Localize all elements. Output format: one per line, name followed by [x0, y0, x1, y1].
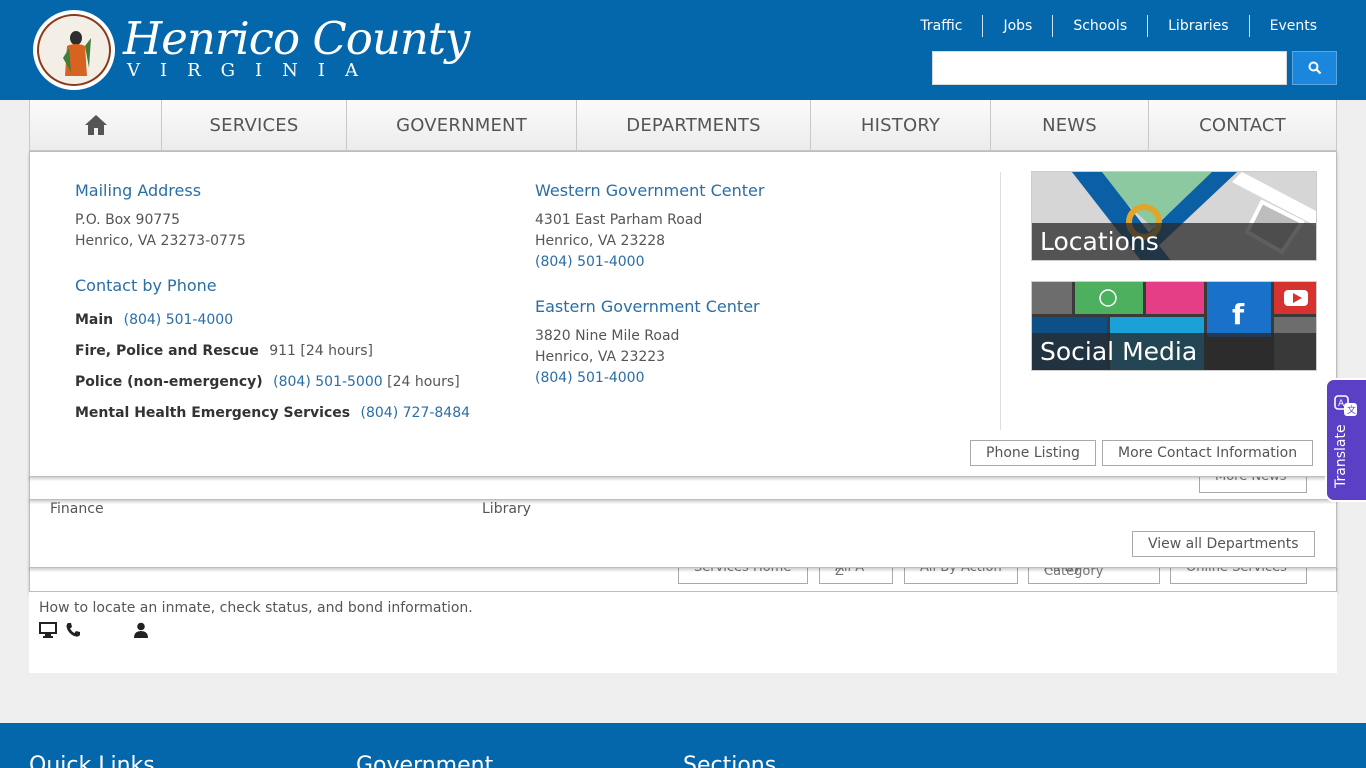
- department-link-finance[interactable]: Finance: [50, 499, 104, 520]
- svg-text:文: 文: [1347, 404, 1356, 416]
- site-header: Henrico County VIRGINIA Traffic Jobs Sch…: [0, 0, 1366, 100]
- footer-heading-government: Government: [356, 753, 494, 768]
- page-content: How to locate an inmate, check status, a…: [29, 592, 1337, 673]
- top-link-libraries[interactable]: Libraries: [1147, 15, 1248, 37]
- services-home-button[interactable]: Services Home: [678, 566, 808, 584]
- all-by-action-button[interactable]: All By Action: [904, 566, 1018, 584]
- translate-icon: A 文: [1334, 395, 1357, 416]
- seal-ring: [37, 14, 111, 86]
- phone-listing-button[interactable]: Phone Listing: [970, 440, 1096, 466]
- logo-county-name[interactable]: Henrico County: [123, 16, 470, 61]
- translate-label: Translate: [1333, 424, 1349, 488]
- in-person-icon: [134, 622, 148, 638]
- contact-dropdown: Mailing Address P.O. Box 90775 Henrico, …: [29, 151, 1337, 477]
- mailing-line-2: Henrico, VA 23273-0775: [75, 233, 246, 249]
- news-dropdown-edge: More News: [29, 475, 1337, 500]
- phone-number-link[interactable]: (804) 501-4000: [124, 312, 234, 328]
- phone-label: Main: [75, 312, 114, 328]
- phone-label: Police (non-emergency): [75, 374, 263, 390]
- western-line-2: Henrico, VA 23228: [535, 233, 666, 249]
- services-dropdown-edge: Services Home All A-Z All By Action All …: [29, 566, 1337, 592]
- nav-home[interactable]: [30, 100, 162, 150]
- top-link-jobs[interactable]: Jobs: [982, 15, 1052, 37]
- seal-figure-icon: [63, 31, 91, 76]
- locations-tile[interactable]: Locations: [1031, 171, 1317, 261]
- mailing-address-heading: Mailing Address: [75, 181, 202, 200]
- service-description[interactable]: How to locate an inmate, check status, a…: [39, 600, 473, 616]
- locations-label: Locations: [1032, 223, 1316, 260]
- eastern-phone-link[interactable]: (804) 501-4000: [535, 368, 679, 389]
- mailing-line-1: P.O. Box 90775: [75, 212, 181, 228]
- western-center-text: 4301 East Parham Road Henrico, VA 23228 …: [535, 210, 702, 273]
- all-a-z-button[interactable]: All A-Z: [819, 566, 893, 584]
- top-links: Traffic Jobs Schools Libraries Events: [900, 14, 1336, 38]
- logo-state-name: VIRGINIA: [127, 60, 379, 81]
- western-phone-link[interactable]: (804) 501-4000: [535, 252, 702, 273]
- contact-by-phone-heading: Contact by Phone: [75, 276, 217, 295]
- phone-note: [24 hours]: [300, 343, 373, 359]
- top-link-schools[interactable]: Schools: [1052, 15, 1147, 37]
- more-contact-info-button[interactable]: More Contact Information: [1102, 440, 1314, 466]
- western-line-1: 4301 East Parham Road: [535, 212, 703, 228]
- nav-history[interactable]: HISTORY: [811, 100, 991, 150]
- service-channel-icons: [39, 622, 149, 638]
- view-all-departments-button[interactable]: View all Departments: [1132, 531, 1315, 557]
- top-link-events[interactable]: Events: [1248, 15, 1336, 37]
- phone-number-link[interactable]: (804) 727-8484: [361, 405, 471, 421]
- mailing-address-text: P.O. Box 90775 Henrico, VA 23273-0775: [75, 210, 246, 252]
- more-news-button[interactable]: More News: [1199, 475, 1307, 493]
- top-link-traffic[interactable]: Traffic: [900, 15, 982, 37]
- column-divider: [1000, 172, 1001, 430]
- department-link-library[interactable]: Library: [482, 499, 531, 520]
- phone-number: 911: [269, 343, 296, 359]
- departments-dropdown: Finance Library View all Departments: [29, 498, 1337, 568]
- nav-contact[interactable]: CONTACT: [1149, 100, 1336, 150]
- phone-row-police-non-emergency: Police (non-emergency) (804) 501-5000 [2…: [75, 374, 460, 390]
- footer-heading-sections: Sections: [683, 753, 777, 768]
- computer-icon: [39, 622, 57, 638]
- eastern-line-1: 3820 Nine Mile Road: [535, 328, 680, 344]
- social-media-label: Social Media: [1032, 333, 1316, 370]
- phone-label: Fire, Police and Rescue: [75, 343, 259, 359]
- online-services-button[interactable]: Online Services: [1170, 566, 1307, 584]
- western-center-heading: Western Government Center: [535, 181, 765, 200]
- eastern-center-heading: Eastern Government Center: [535, 297, 760, 316]
- phone-row-main: Main (804) 501-4000: [75, 312, 233, 328]
- phone-label: Mental Health Emergency Services: [75, 405, 351, 421]
- eastern-line-2: Henrico, VA 23223: [535, 349, 666, 365]
- svg-text:f: f: [1232, 298, 1245, 331]
- nav-departments[interactable]: DEPARTMENTS: [577, 100, 811, 150]
- search-input[interactable]: [932, 51, 1287, 85]
- phone-number-link[interactable]: (804) 501-5000: [273, 374, 383, 390]
- site-footer: Quick Links Government Sections: [0, 723, 1366, 768]
- search-icon: [1308, 61, 1321, 75]
- social-media-tile[interactable]: f Social Media: [1031, 281, 1317, 371]
- nav-news[interactable]: NEWS: [991, 100, 1149, 150]
- home-icon: [84, 115, 107, 135]
- footer-heading-quick-links: Quick Links: [29, 753, 155, 768]
- county-seal-logo[interactable]: [33, 10, 115, 90]
- nav-government[interactable]: GOVERNMENT: [347, 100, 577, 150]
- phone-row-mental-health: Mental Health Emergency Services (804) 7…: [75, 405, 470, 421]
- phone-row-fire-police-rescue: Fire, Police and Rescue 911 [24 hours]: [75, 343, 373, 359]
- nav-services[interactable]: SERVICES: [162, 100, 347, 150]
- phone-icon: [66, 623, 80, 637]
- translate-button[interactable]: A 文 Translate: [1325, 378, 1366, 502]
- search-button[interactable]: [1292, 51, 1337, 85]
- main-nav: SERVICES GOVERNMENT DEPARTMENTS HISTORY …: [29, 100, 1337, 151]
- eastern-center-text: 3820 Nine Mile Road Henrico, VA 23223 (8…: [535, 326, 679, 389]
- svg-text:A: A: [1338, 399, 1345, 409]
- all-by-category-button[interactable]: All By Category: [1028, 566, 1160, 584]
- phone-note: [24 hours]: [387, 374, 460, 390]
